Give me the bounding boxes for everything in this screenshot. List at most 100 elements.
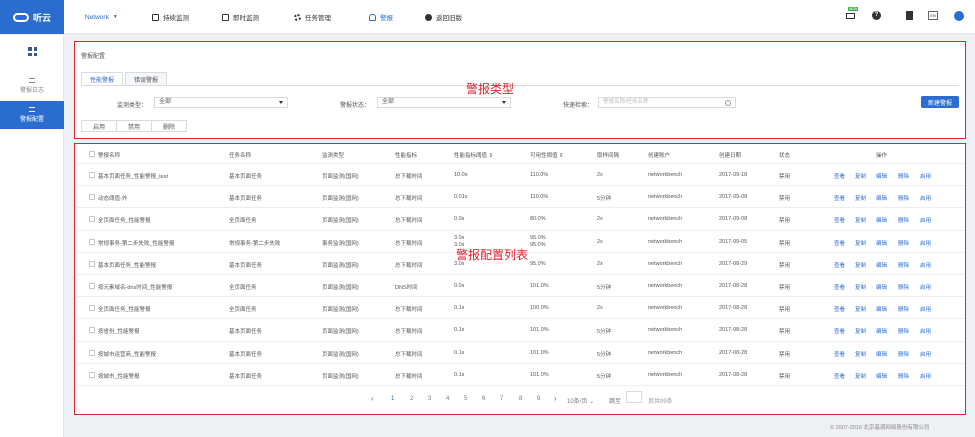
- copy-button[interactable]: 复制: [855, 194, 866, 202]
- row-checkbox[interactable]: [89, 194, 95, 201]
- tab-error-alert[interactable]: 错误警报: [125, 72, 167, 86]
- copy-button[interactable]: 复制: [855, 305, 866, 313]
- view-button[interactable]: 查看: [834, 194, 845, 202]
- page-8[interactable]: 8: [519, 396, 522, 402]
- edit-button[interactable]: 编辑: [876, 239, 887, 247]
- copy-button[interactable]: 复制: [855, 350, 866, 358]
- copy-button[interactable]: 复制: [855, 261, 866, 269]
- prev-page-button[interactable]: ‹: [371, 394, 374, 403]
- view-button[interactable]: 查看: [834, 216, 845, 224]
- edit-button[interactable]: 编辑: [876, 372, 887, 380]
- app-logo[interactable]: 听云: [0, 0, 64, 34]
- copy-button[interactable]: 复制: [855, 372, 866, 380]
- view-button[interactable]: 查看: [834, 350, 845, 358]
- view-button[interactable]: 查看: [834, 305, 845, 313]
- enable-row-button[interactable]: 启用: [920, 239, 931, 247]
- row-checkbox[interactable]: [89, 349, 95, 356]
- delete-row-button[interactable]: 删除: [898, 283, 909, 291]
- next-page-button[interactable]: ›: [554, 394, 557, 403]
- delete-row-button[interactable]: 删除: [898, 261, 909, 269]
- row-checkbox[interactable]: [89, 172, 95, 178]
- delete-row-button[interactable]: 删除: [898, 172, 909, 180]
- delete-row-button[interactable]: 删除: [898, 350, 909, 358]
- nav-alerts[interactable]: 警报: [369, 0, 393, 34]
- view-button[interactable]: 查看: [834, 283, 845, 291]
- page-2[interactable]: 2: [410, 396, 413, 402]
- nav-tasks[interactable]: 任务管理: [294, 0, 331, 34]
- copy-button[interactable]: 复制: [855, 239, 866, 247]
- row-checkbox[interactable]: [89, 216, 95, 223]
- col-alert-name[interactable]: 警报名称: [98, 151, 120, 159]
- delete-row-button[interactable]: 删除: [898, 194, 909, 202]
- sidebar-item-alert-config[interactable]: 警报配置: [0, 101, 64, 129]
- row-checkbox[interactable]: [89, 371, 95, 378]
- delete-button[interactable]: 删除: [151, 120, 187, 132]
- delete-row-button[interactable]: 删除: [898, 327, 909, 335]
- enable-row-button[interactable]: 启用: [920, 172, 931, 180]
- enable-row-button[interactable]: 启用: [920, 327, 931, 335]
- search-input[interactable]: 警报名称/任务名称: [598, 97, 736, 108]
- copy-button[interactable]: 复制: [855, 172, 866, 180]
- nav-continuous[interactable]: 持续监测: [152, 0, 189, 34]
- copy-button[interactable]: 复制: [855, 216, 866, 224]
- delete-row-button[interactable]: 删除: [898, 239, 909, 247]
- enable-row-button[interactable]: 启用: [920, 261, 931, 269]
- row-checkbox[interactable]: [89, 283, 95, 289]
- tab-performance-alert[interactable]: 性能警报: [81, 72, 123, 86]
- delete-row-button[interactable]: 删除: [898, 372, 909, 380]
- view-button[interactable]: 查看: [834, 327, 845, 335]
- new-alert-button[interactable]: 新建警报: [921, 96, 959, 108]
- col-availability[interactable]: 可用性阈值 ⇕: [530, 151, 564, 159]
- page-1[interactable]: 1: [391, 396, 394, 402]
- enable-row-button[interactable]: 启用: [920, 194, 931, 202]
- jump-page-input[interactable]: [626, 391, 642, 403]
- view-button[interactable]: 查看: [834, 172, 845, 180]
- enable-button[interactable]: 启用: [81, 120, 117, 132]
- help-icon[interactable]: ?: [872, 11, 882, 21]
- row-checkbox[interactable]: [89, 260, 95, 267]
- document-icon[interactable]: [906, 11, 916, 21]
- page-4[interactable]: 4: [446, 396, 449, 402]
- language-switch[interactable]: EN: [928, 11, 938, 21]
- edit-button[interactable]: 编辑: [876, 261, 887, 269]
- edit-button[interactable]: 编辑: [876, 172, 887, 180]
- row-checkbox[interactable]: [89, 327, 95, 334]
- view-button[interactable]: 查看: [834, 372, 845, 380]
- enable-row-button[interactable]: 启用: [920, 305, 931, 313]
- col-threshold[interactable]: 性能指标阈值 ⇕: [454, 151, 493, 159]
- edit-button[interactable]: 编辑: [876, 194, 887, 202]
- page-5[interactable]: 5: [464, 396, 467, 402]
- view-button[interactable]: 查看: [834, 261, 845, 269]
- row-checkbox[interactable]: [89, 305, 95, 312]
- enable-row-button[interactable]: 启用: [920, 350, 931, 358]
- sidebar-item-alert-log[interactable]: 警报日志: [0, 72, 64, 100]
- delete-row-button[interactable]: 删除: [898, 305, 909, 313]
- nav-back[interactable]: 返回旧版: [425, 0, 462, 34]
- page-9[interactable]: 9: [537, 396, 540, 402]
- enable-row-button[interactable]: 启用: [920, 216, 931, 224]
- page-6[interactable]: 6: [482, 396, 485, 402]
- copy-button[interactable]: 复制: [855, 283, 866, 291]
- desktop-icon[interactable]: NEW: [845, 7, 859, 21]
- enable-row-button[interactable]: 启用: [920, 283, 931, 291]
- edit-button[interactable]: 编辑: [876, 305, 887, 313]
- edit-button[interactable]: 编辑: [876, 350, 887, 358]
- monitor-type-select[interactable]: 全部: [154, 97, 288, 108]
- per-page-select[interactable]: 10条/页 ⌄: [567, 396, 594, 405]
- delete-row-button[interactable]: 删除: [898, 216, 909, 224]
- edit-button[interactable]: 编辑: [876, 327, 887, 335]
- disable-button[interactable]: 禁用: [116, 120, 152, 132]
- view-button[interactable]: 查看: [834, 239, 845, 247]
- user-icon[interactable]: [954, 11, 964, 21]
- edit-button[interactable]: 编辑: [876, 216, 887, 224]
- nav-network[interactable]: Network ▼: [85, 0, 118, 34]
- select-all-checkbox[interactable]: [89, 151, 95, 157]
- nav-instant[interactable]: 即时监测: [222, 0, 259, 34]
- enable-row-button[interactable]: 启用: [920, 372, 931, 380]
- apps-grid-icon[interactable]: [28, 47, 37, 56]
- row-checkbox[interactable]: [89, 238, 95, 245]
- page-7[interactable]: 7: [500, 396, 503, 402]
- status-select[interactable]: 全部: [377, 97, 511, 108]
- search-icon[interactable]: [725, 99, 731, 106]
- page-3[interactable]: 3: [428, 396, 431, 402]
